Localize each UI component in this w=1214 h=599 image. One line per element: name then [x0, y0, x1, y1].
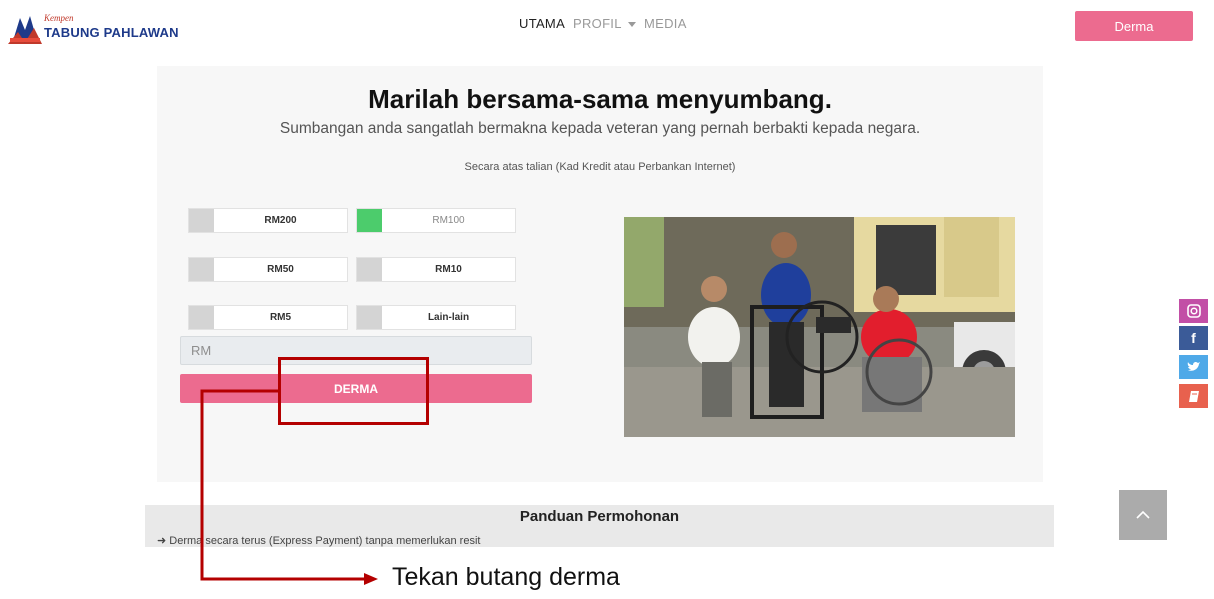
header-derma-button[interactable]: Derma	[1075, 11, 1193, 41]
amount-option-rm200[interactable]: RM200	[188, 208, 348, 233]
amount-option-rm50[interactable]: RM50	[188, 257, 348, 282]
amount-label: RM100	[432, 215, 465, 226]
twitter-icon[interactable]	[1179, 355, 1208, 379]
facebook-icon[interactable]: f	[1179, 326, 1208, 350]
page-subtitle: Sumbangan anda sangatlah bermakna kepada…	[279, 120, 921, 137]
book-icon[interactable]	[1179, 384, 1208, 408]
page-title: Marilah bersama-sama menyumbang.	[368, 84, 832, 114]
amount-label: RM50	[267, 264, 294, 275]
logo-tagline: Kempen	[44, 13, 74, 23]
veterans-photo	[624, 217, 1015, 437]
amount-option-other[interactable]: Lain-lain	[356, 305, 516, 330]
radio-indicator-selected	[357, 209, 382, 232]
caret-down-icon	[627, 22, 636, 28]
amount-option-rm10[interactable]: RM10	[356, 257, 516, 282]
logo-title[interactable]: TABUNG PAHLAWAN	[44, 25, 179, 40]
nav-media[interactable]: MEDIA	[644, 16, 687, 31]
annotation-text: Tekan butang derma	[392, 563, 620, 591]
radio-indicator	[357, 306, 382, 329]
amount-label: RM5	[269, 312, 292, 323]
radio-indicator	[189, 306, 214, 329]
radio-indicator	[189, 258, 214, 281]
radio-indicator	[357, 258, 382, 281]
arrow-right-icon: ➜	[157, 535, 167, 547]
amount-option-rm5[interactable]: RM5	[188, 305, 348, 330]
chevron-up-icon	[1136, 510, 1150, 519]
radio-indicator	[189, 209, 214, 232]
amount-label: RM10	[435, 264, 462, 275]
annotation-arrow	[200, 389, 378, 585]
online-payment-note: Secara atas talian (Kad Kredit atau Perb…	[464, 161, 736, 173]
amount-label: Lain-lain	[427, 312, 470, 323]
logo-emblem[interactable]	[6, 10, 44, 48]
instagram-icon[interactable]	[1179, 299, 1208, 323]
scroll-to-top-button[interactable]	[1119, 490, 1167, 540]
nav-utama[interactable]: UTAMA	[519, 16, 565, 31]
amount-option-rm100[interactable]: RM100	[356, 208, 516, 233]
amount-label: RM200	[264, 215, 297, 226]
nav-profil-label: PROFIL	[573, 16, 622, 31]
nav-profil[interactable]: PROFIL	[573, 16, 636, 31]
